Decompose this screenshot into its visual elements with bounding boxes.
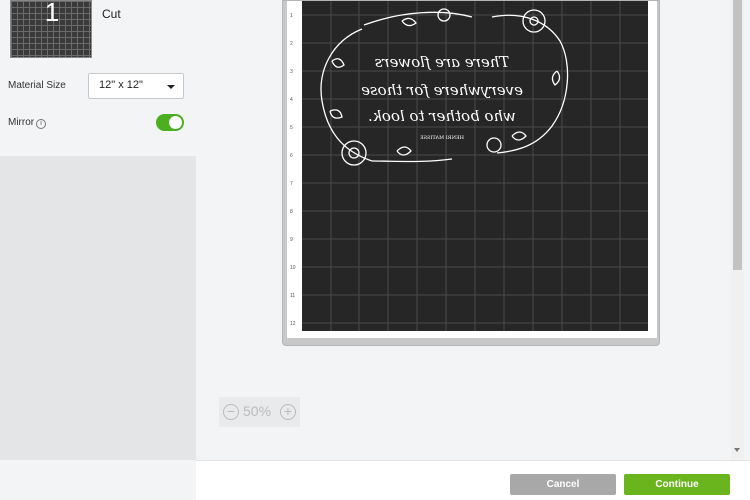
- ruler-number: 8: [290, 209, 293, 215]
- ruler-number: 10: [290, 265, 296, 271]
- ruler-number: 9: [290, 237, 293, 243]
- ruler-number: 2: [290, 41, 293, 47]
- chevron-down-icon: [167, 85, 175, 89]
- mirror-toggle[interactable]: [156, 114, 184, 131]
- scroll-down-arrow-icon[interactable]: [734, 448, 740, 452]
- design-attribution: HENRI MATISSE: [420, 135, 464, 141]
- ruler-number: 4: [290, 97, 293, 103]
- material-size-select[interactable]: 12" x 12": [88, 73, 184, 99]
- ruler-number: 6: [290, 153, 293, 159]
- ruler-number: 3: [290, 69, 293, 75]
- footer-left: [0, 460, 196, 500]
- design-line-1: There are flowers: [374, 53, 509, 71]
- cutting-mat-grid[interactable]: There are flowers everywhere for those w…: [302, 1, 648, 331]
- material-size-label: Material Size: [8, 80, 66, 91]
- mat-design[interactable]: There are flowers everywhere for those w…: [302, 1, 648, 331]
- ruler-number: 11: [290, 293, 296, 299]
- mat-number: 1: [44, 0, 60, 27]
- zoom-in-icon[interactable]: +: [280, 404, 296, 420]
- zoom-level: 50%: [243, 403, 272, 419]
- ruler-number: 12: [290, 321, 296, 327]
- ruler-number: 5: [290, 125, 293, 131]
- ruler-number: 1: [290, 13, 293, 19]
- design-line-2: everywhere for those: [361, 81, 523, 99]
- info-icon[interactable]: i: [36, 119, 46, 129]
- mat-surface: 1 2 3 4 5 6 7 8 9 10 11 12 There are flo…: [287, 1, 657, 338]
- mat-cut-label: Cut: [102, 7, 121, 21]
- toggle-knob: [169, 116, 182, 129]
- continue-button[interactable]: Continue: [624, 474, 730, 495]
- cancel-button[interactable]: Cancel: [510, 474, 616, 495]
- ruler-number: 7: [290, 181, 293, 187]
- mirror-label: Mirror: [8, 117, 35, 128]
- design-line-3: who bother to look.: [368, 107, 516, 125]
- material-size-value: 12" x 12": [99, 79, 143, 91]
- footer-bar: Cancel Continue: [196, 460, 750, 500]
- mat-preview: 1 2 3 4 5 6 7 8 9 10 11 12 There are flo…: [282, 0, 660, 346]
- mat-settings-panel: 1 Cut Material Size 12" x 12" Mirror i: [0, 0, 196, 156]
- mat-thumbnail[interactable]: 1: [10, 0, 92, 58]
- zoom-out-icon[interactable]: −: [223, 404, 239, 420]
- scrollbar-thumb[interactable]: [733, 0, 742, 270]
- vertical-scrollbar[interactable]: [731, 0, 744, 460]
- vertical-ruler: 1 2 3 4 5 6 7 8 9 10 11 12: [290, 1, 300, 338]
- zoom-controls: − 50% +: [219, 397, 300, 427]
